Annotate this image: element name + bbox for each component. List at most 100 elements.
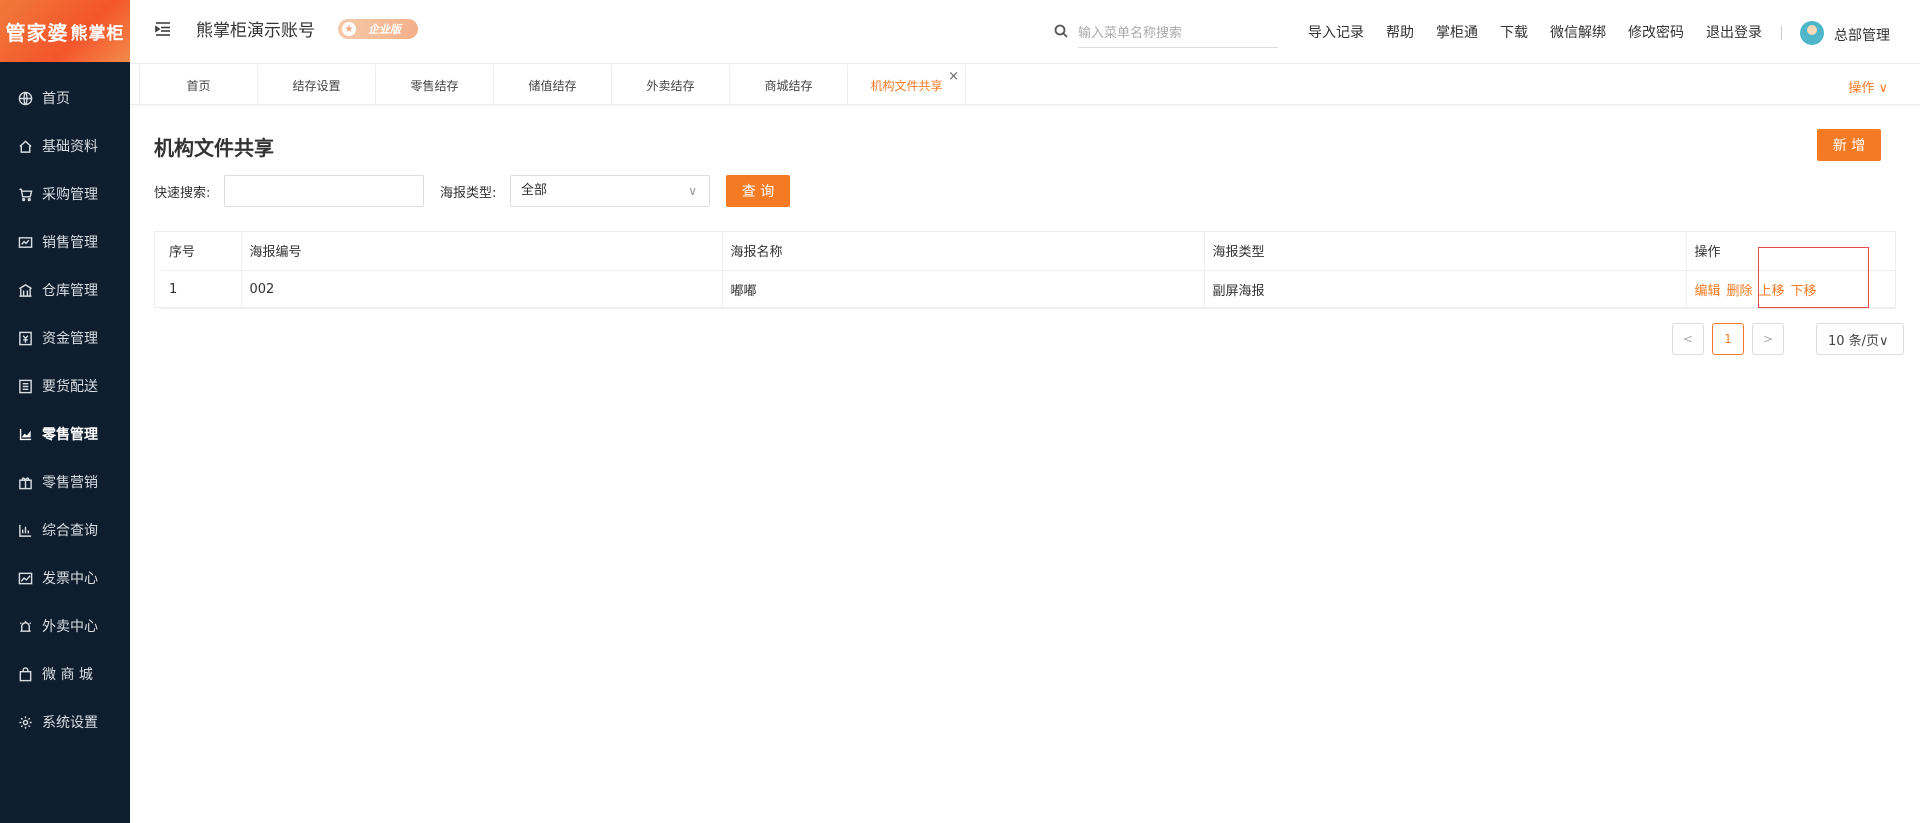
download-link[interactable]: 下载 <box>1500 22 1528 42</box>
sidebar-item-retail[interactable]: 零售管理 <box>0 410 130 458</box>
sidebar-item-warehouse[interactable]: 仓库管理 <box>0 266 130 314</box>
cell-name: 嘟嘟 <box>721 270 1204 309</box>
sidebar-item-label: 综合查询 <box>42 523 98 539</box>
help-link[interactable]: 帮助 <box>1386 22 1414 42</box>
avatar[interactable] <box>1800 21 1824 45</box>
tab-stored-value-balance[interactable]: 储值结存 <box>493 65 612 105</box>
tab-label: 机构文件共享 <box>870 78 943 93</box>
menu-toggle-icon[interactable] <box>154 20 172 38</box>
next-page-button[interactable]: > <box>1752 323 1784 355</box>
sidebar-menu: 首页 基础资料 采购管理 销售管理 仓库管理 资金管理 要货配送 零售管理 零售… <box>0 74 130 746</box>
tab-label: 储值结存 <box>528 78 577 93</box>
sidebar-item-purchase[interactable]: 采购管理 <box>0 170 130 218</box>
sidebar-item-label: 销售管理 <box>42 235 98 251</box>
highlight-box <box>1758 247 1869 308</box>
edition-badge-label: 企业版 <box>368 23 401 36</box>
sidebar-item-label: 零售管理 <box>42 427 98 443</box>
tab-home[interactable]: 首页 <box>139 65 258 105</box>
column-header: 序号 <box>161 232 241 271</box>
tab-label: 外卖结存 <box>646 78 695 93</box>
logo: 管家婆 熊掌柜 <box>0 0 130 62</box>
prev-page-button[interactable]: < <box>1672 323 1704 355</box>
page-size-select[interactable]: 10 条/页∨ <box>1816 323 1904 355</box>
header-divider <box>1781 26 1782 40</box>
zhanggui-link[interactable]: 掌柜通 <box>1436 22 1478 42</box>
sidebar-item-home[interactable]: 首页 <box>0 74 130 122</box>
sidebar-item-label: 系统设置 <box>42 715 98 731</box>
sidebar-item-label: 零售营销 <box>42 475 98 491</box>
sidebar-item-label: 要货配送 <box>42 379 98 395</box>
poster-type-label: 海报类型: <box>440 186 497 201</box>
account-name: 熊掌柜演示账号 <box>196 21 315 41</box>
tab-takeout-balance[interactable]: 外卖结存 <box>611 65 730 105</box>
sidebar-item-label: 采购管理 <box>42 187 98 203</box>
tab-org-file-share[interactable]: 机构文件共享 × <box>847 65 966 105</box>
sidebar-item-invoice[interactable]: 发票中心 <box>0 554 130 602</box>
close-icon[interactable]: × <box>948 69 959 84</box>
cell-code: 002 <box>240 270 722 309</box>
star-icon: ★ <box>342 22 356 36</box>
tab-label: 结存设置 <box>292 78 341 93</box>
tab-label: 零售结存 <box>410 78 459 93</box>
menu-search-input[interactable] <box>1078 20 1278 48</box>
change-password-link[interactable]: 修改密码 <box>1628 22 1684 42</box>
column-header: 海报名称 <box>721 232 1204 271</box>
poster-table: 序号 海报编号 海报名称 海报类型 操作 1 002 嘟嘟 副屏海报 编辑 删除上… <box>154 231 1896 309</box>
quick-search-input[interactable] <box>224 175 424 207</box>
sidebar-item-label: 微 商 城 <box>42 667 93 683</box>
cell-type: 副屏海报 <box>1203 270 1686 309</box>
page-number-button[interactable]: 1 <box>1712 323 1744 355</box>
edition-badge: ★ 企业版 <box>338 19 418 39</box>
logo-sub: 熊掌柜 <box>70 23 125 44</box>
query-button[interactable]: 查 询 <box>726 175 790 207</box>
delete-link[interactable]: 删除 <box>1727 284 1753 299</box>
user-name[interactable]: 总部管理 <box>1834 25 1890 45</box>
table-row: 1 002 嘟嘟 副屏海报 编辑 删除 上移 下移 <box>161 270 1896 309</box>
edit-link[interactable]: 编辑 <box>1695 284 1721 299</box>
sidebar-item-basic-data[interactable]: 基础资料 <box>0 122 130 170</box>
poster-type-select[interactable]: 全部 ∨ <box>510 175 710 207</box>
cell-index: 1 <box>161 270 241 309</box>
sidebar-item-label: 发票中心 <box>42 571 98 587</box>
sidebar-item-funds[interactable]: 资金管理 <box>0 314 130 362</box>
alarm-icon <box>16 617 34 635</box>
add-button[interactable]: 新 增 <box>1817 129 1881 161</box>
globe-icon <box>16 89 34 107</box>
sidebar-item-marketing[interactable]: 零售营销 <box>0 458 130 506</box>
sidebar-item-mall[interactable]: 微 商 城 <box>0 650 130 698</box>
sidebar-item-label: 外卖中心 <box>42 619 98 635</box>
sidebar-item-query[interactable]: 综合查询 <box>0 506 130 554</box>
sidebar-item-takeout[interactable]: 外卖中心 <box>0 602 130 650</box>
table-header-row: 序号 海报编号 海报名称 海报类型 操作 <box>161 232 1896 271</box>
sidebar-item-label: 首页 <box>42 91 70 107</box>
logo-main: 管家婆 <box>5 20 69 45</box>
list-icon <box>16 377 34 395</box>
search-icon[interactable] <box>1054 24 1068 42</box>
page-tabs: 首页 结存设置 零售结存 储值结存 外卖结存 商城结存 机构文件共享 × 操作 … <box>130 65 1920 105</box>
gear-icon <box>16 713 34 731</box>
sidebar-item-sales[interactable]: 销售管理 <box>0 218 130 266</box>
quick-search-label: 快速搜索: <box>154 186 211 201</box>
tab-label: 商城结存 <box>764 78 813 93</box>
import-records-link[interactable]: 导入记录 <box>1308 22 1364 42</box>
sidebar-item-label: 资金管理 <box>42 331 98 347</box>
poster-type-value: 全部 <box>521 183 548 198</box>
tab-balance-settings[interactable]: 结存设置 <box>257 65 376 105</box>
bar-chart-icon <box>16 521 34 539</box>
home-icon <box>16 137 34 155</box>
top-header: 熊掌柜演示账号 ★ 企业版 导入记录 帮助 掌柜通 下载 微信解绑 修改密码 退… <box>130 0 1920 64</box>
gift-icon <box>16 473 34 491</box>
sidebar-item-distribution[interactable]: 要货配送 <box>0 362 130 410</box>
tab-label: 首页 <box>186 78 211 93</box>
wechat-unbind-link[interactable]: 微信解绑 <box>1550 22 1606 42</box>
warehouse-icon <box>16 281 34 299</box>
sidebar: 管家婆 熊掌柜 首页 基础资料 采购管理 销售管理 仓库管理 资金管理 要货配送… <box>0 0 130 823</box>
logout-link[interactable]: 退出登录 <box>1706 22 1762 42</box>
tab-retail-balance[interactable]: 零售结存 <box>375 65 494 105</box>
page-title: 机构文件共享 <box>154 136 274 160</box>
tabs-operations-dropdown[interactable]: 操作 ∨ <box>1848 77 1888 96</box>
trend-icon <box>16 569 34 587</box>
sidebar-item-label: 仓库管理 <box>42 283 98 299</box>
sidebar-item-settings[interactable]: 系统设置 <box>0 698 130 746</box>
tab-mall-balance[interactable]: 商城结存 <box>729 65 848 105</box>
